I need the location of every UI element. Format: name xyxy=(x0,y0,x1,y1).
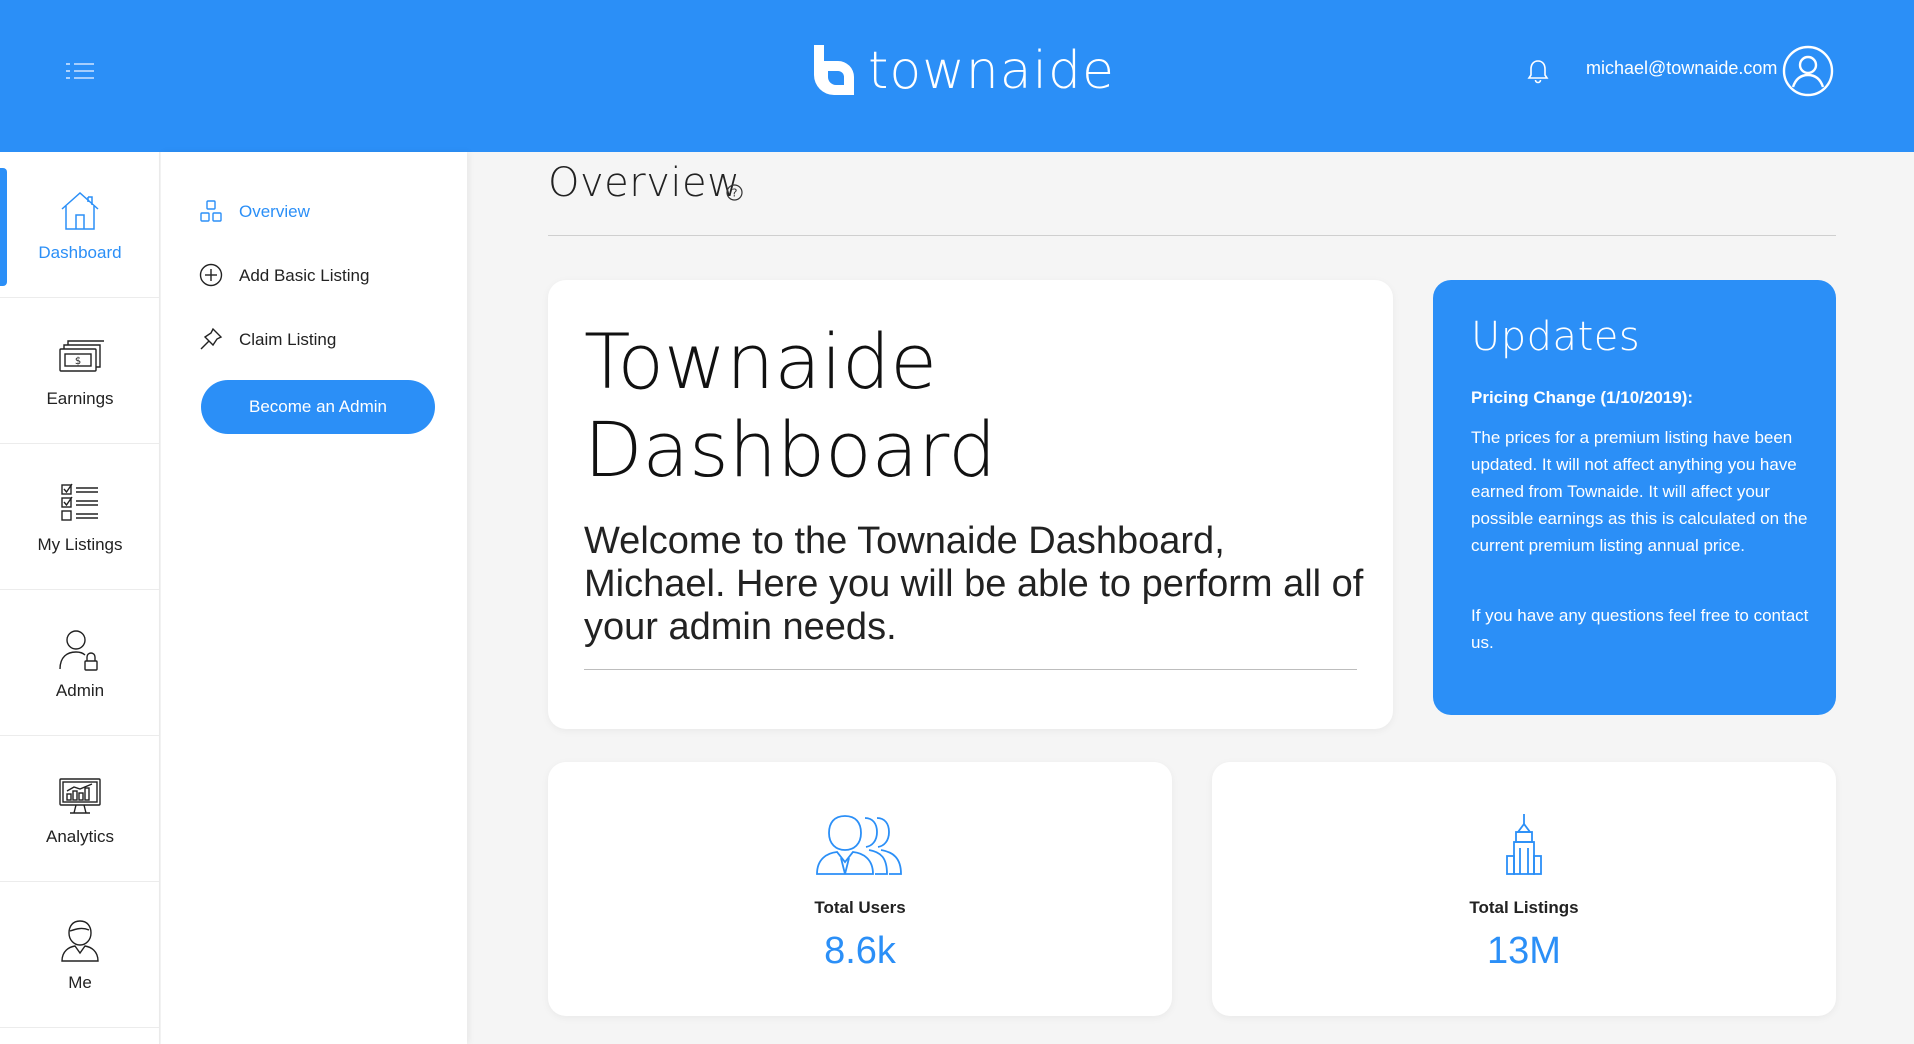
blocks-icon xyxy=(200,200,222,222)
welcome-title: Townaide Dashboard xyxy=(584,317,997,494)
users-icon xyxy=(816,815,902,875)
brand-name: townaide xyxy=(868,41,1116,101)
stat-card-users: Total Users 8.6k xyxy=(548,762,1172,1016)
monitor-chart-icon xyxy=(59,777,101,814)
updates-footer: If you have any questions feel free to c… xyxy=(1471,606,1809,652)
checklist-icon xyxy=(61,483,98,521)
sub-item-add-basic-listing[interactable]: Add Basic Listing xyxy=(199,261,369,291)
sub-menu: Overview Add Basic Listing Claim Listing… xyxy=(161,152,467,1044)
welcome-card: Townaide Dashboard Welcome to the Townai… xyxy=(548,280,1393,729)
sub-item-label: Overview xyxy=(239,202,310,221)
sub-item-claim-listing[interactable]: Claim Listing xyxy=(199,325,336,355)
person-lock-icon xyxy=(59,629,98,671)
townaide-logo-icon xyxy=(814,45,854,95)
welcome-text: Welcome to the Townaide Dashboard, Micha… xyxy=(584,520,1364,648)
rail-item-label: Analytics xyxy=(45,826,115,846)
rail-item-me[interactable]: Me xyxy=(0,882,160,1028)
stat-label: Total Users xyxy=(814,898,906,917)
stat-card-listings: Total Listings 13M xyxy=(1212,762,1836,1016)
pin-icon xyxy=(200,327,223,350)
help-icon[interactable]: ? xyxy=(726,184,743,201)
svg-text:?: ? xyxy=(732,187,738,200)
rail-item-label: My Listings xyxy=(37,534,123,554)
rail-item-my-listings[interactable]: My Listings xyxy=(0,444,160,590)
updates-body: The prices for a premium listing have be… xyxy=(1471,428,1808,555)
rail-item-label: Dashboard xyxy=(38,242,122,262)
stat-label: Total Listings xyxy=(1469,898,1579,917)
title-divider xyxy=(548,235,1836,236)
stat-value: 8.6k xyxy=(824,930,896,972)
top-bar: townaide michael@townaide.com xyxy=(0,0,1914,152)
rail-item-label: Me xyxy=(68,972,92,992)
user-email[interactable]: michael@townaide.com xyxy=(1586,58,1777,79)
money-stack-icon: $ xyxy=(59,339,104,372)
rail-item-label: Earnings xyxy=(46,388,114,408)
sub-item-overview[interactable]: Overview xyxy=(199,197,310,227)
rail-item-dashboard[interactable]: Dashboard xyxy=(0,152,160,298)
rail-item-label: Admin xyxy=(55,680,105,700)
rail-item-analytics[interactable]: Analytics xyxy=(0,736,160,882)
updates-card: Updates Pricing Change (1/10/2019): The … xyxy=(1433,280,1836,715)
notification-bell-icon[interactable] xyxy=(1526,58,1550,84)
person-icon xyxy=(61,919,99,962)
sub-item-label: Claim Listing xyxy=(239,330,337,349)
page-title: Overview xyxy=(548,160,741,206)
updates-title: Updates xyxy=(1471,314,1641,360)
rail-item-earnings[interactable]: $ Earnings xyxy=(0,298,160,444)
building-icon xyxy=(1506,814,1542,875)
icon-rail: Dashboard $ Earnings My Listings Admin A… xyxy=(0,152,160,1044)
become-admin-button[interactable]: Become an Admin xyxy=(201,380,435,434)
welcome-divider xyxy=(584,669,1357,670)
menu-icon[interactable] xyxy=(66,62,94,80)
brand-logo[interactable]: townaide xyxy=(810,38,1115,104)
house-icon xyxy=(61,191,99,230)
user-avatar-icon[interactable] xyxy=(1782,45,1834,97)
updates-subtitle: Pricing Change (1/10/2019): xyxy=(1471,388,1694,407)
plus-circle-icon xyxy=(199,263,223,287)
stat-value: 13M xyxy=(1487,930,1561,972)
sub-item-label: Add Basic Listing xyxy=(239,266,370,285)
rail-item-admin[interactable]: Admin xyxy=(0,590,160,736)
svg-text:$: $ xyxy=(75,356,81,367)
